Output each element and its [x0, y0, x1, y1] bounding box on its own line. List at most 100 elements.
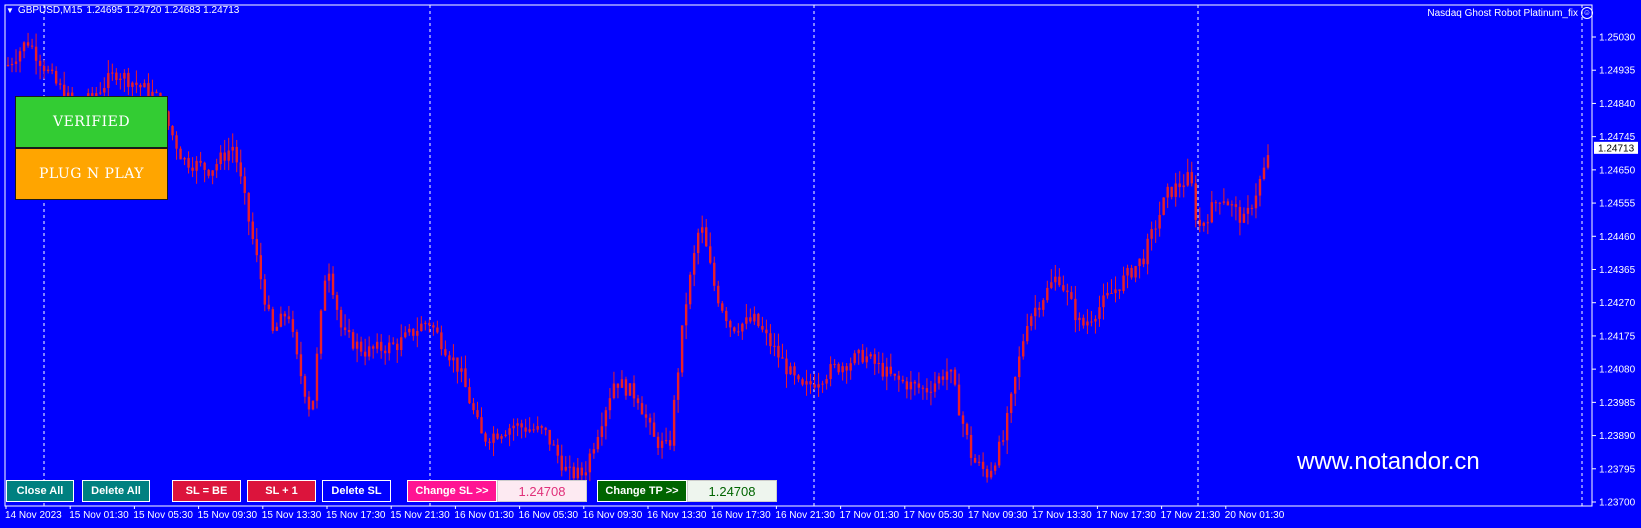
candle-body [1034, 307, 1037, 317]
delete-sl-button[interactable]: Delete SL [322, 480, 391, 502]
candle-body [279, 313, 283, 327]
candle-body [464, 368, 467, 388]
candle-body [949, 369, 953, 372]
candle-body [271, 309, 275, 331]
candle-body [155, 91, 158, 93]
candle-body [1013, 377, 1017, 394]
candle-body [789, 366, 792, 375]
candle-body [107, 73, 110, 89]
candle-body [825, 379, 828, 384]
candle-body [1134, 266, 1137, 278]
candle-body [303, 376, 307, 397]
candle-body [737, 331, 740, 333]
candle-body [528, 429, 531, 432]
candle-body [520, 423, 523, 428]
candle-body [1062, 285, 1065, 291]
candle-body [131, 82, 134, 87]
candle-body [837, 364, 840, 373]
change-tp-value-field[interactable]: 1.24708 [687, 480, 777, 502]
candle-body [897, 375, 901, 380]
candle-body [392, 342, 395, 344]
candle-body [721, 303, 724, 311]
candle-body [640, 403, 644, 415]
candle-body [195, 160, 198, 171]
candle-body [1162, 197, 1165, 215]
change-sl-button[interactable]: Change SL >> [407, 480, 497, 502]
candle-body [472, 403, 475, 411]
candle-body [1234, 204, 1238, 207]
candle-body [50, 69, 54, 71]
candle-body [1174, 183, 1177, 197]
candle-body [412, 328, 415, 336]
candle-body [219, 152, 222, 165]
candle-body [648, 417, 652, 423]
time-tick-label: 15 Nov 21:30 [390, 510, 450, 521]
change-sl-value-field[interactable]: 1.24708 [497, 480, 587, 502]
candle-body [460, 368, 463, 372]
candle-body [508, 428, 511, 435]
candle-body [424, 322, 427, 324]
candle-body [34, 46, 38, 61]
candle-body [1262, 167, 1266, 179]
candle-body [973, 457, 977, 463]
candle-body [797, 375, 800, 380]
candle-body [1258, 178, 1262, 196]
candle-body [781, 357, 784, 359]
time-tick-label: 20 Nov 01:30 [1225, 510, 1285, 521]
candle-body [861, 349, 864, 363]
sl-plus-1-button[interactable]: SL + 1 [247, 480, 316, 502]
candle-body [656, 436, 660, 448]
candle-body [42, 65, 46, 72]
price-tick-label: 1.24650 [1599, 165, 1636, 176]
candle-body [22, 42, 26, 52]
candle-body [331, 273, 335, 296]
candle-body [335, 295, 339, 310]
candle-body [512, 425, 515, 429]
candle-body [99, 92, 102, 94]
smiley-icon[interactable]: ☺ [1581, 7, 1593, 19]
time-tick-label: 15 Nov 05:30 [133, 510, 193, 521]
change-tp-button[interactable]: Change TP >> [597, 480, 687, 502]
candle-body [199, 160, 202, 163]
candle-body [235, 146, 238, 163]
price-tick-label: 1.23795 [1599, 464, 1636, 475]
candles [6, 32, 1270, 491]
candle-body [821, 383, 824, 385]
candle-body [753, 313, 756, 322]
candle-body [26, 42, 30, 46]
candle-body [809, 381, 812, 385]
candle-body [1114, 289, 1117, 294]
candle-body [745, 317, 748, 324]
candle-body [432, 325, 435, 328]
candle-body [343, 327, 347, 331]
verified-label: VERIFIED [52, 114, 131, 130]
candle-body [287, 316, 291, 320]
candle-body [1046, 287, 1049, 301]
candle-body [1106, 292, 1109, 296]
candle-body [54, 70, 58, 84]
candle-body [1178, 183, 1181, 188]
time-tick-label: 16 Nov 05:30 [519, 510, 579, 521]
candle-body [945, 371, 949, 380]
candle-body [119, 78, 122, 80]
dropdown-triangle-icon[interactable]: ▼ [6, 6, 14, 15]
candle-body [58, 83, 62, 85]
candle-body [1130, 267, 1133, 278]
candle-body [636, 398, 640, 404]
time-tick-label: 17 Nov 13:30 [1032, 510, 1092, 521]
sl-be-button[interactable]: SL = BE [172, 480, 241, 502]
candle-body [829, 364, 832, 380]
close-all-button[interactable]: Close All [6, 480, 74, 502]
candle-body [1066, 290, 1069, 293]
candle-body [187, 158, 190, 168]
candle-body [1094, 318, 1097, 322]
candle-body [965, 423, 969, 435]
candle-body [773, 345, 776, 347]
delete-all-button[interactable]: Delete All [82, 480, 150, 502]
candle-body [259, 255, 263, 280]
candle-body [1210, 202, 1214, 223]
candle-body [1170, 186, 1173, 197]
candle-body [596, 437, 600, 450]
candle-body [741, 323, 744, 332]
candle-body [993, 465, 997, 471]
